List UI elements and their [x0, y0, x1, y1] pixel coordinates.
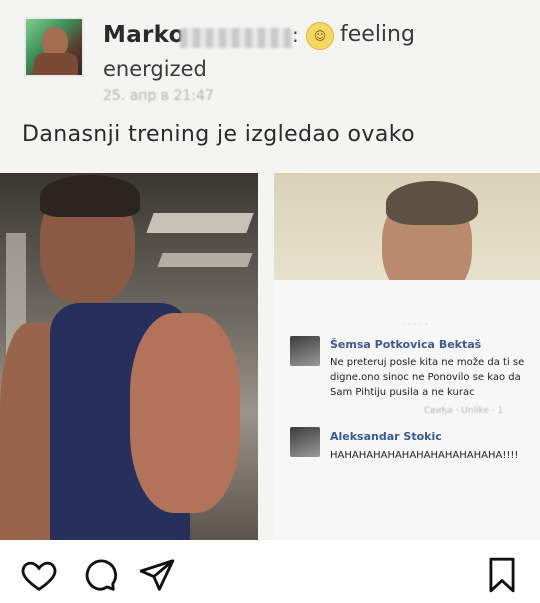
- gym-photo[interactable]: [0, 173, 258, 540]
- comment-text: HAHAHAHAHAHAHAHAHAHAHAHA!!!!: [330, 450, 519, 461]
- heart-icon[interactable]: [20, 556, 58, 594]
- comment-avatar[interactable]: [290, 427, 320, 457]
- gym-light-secondary: [157, 253, 253, 267]
- second-photo[interactable]: [274, 173, 540, 280]
- gym-light: [146, 213, 254, 233]
- share-icon[interactable]: [138, 556, 176, 594]
- author-name[interactable]: Marko: [103, 22, 185, 48]
- comment-avatar[interactable]: [290, 336, 320, 366]
- post-card: Marko : ☺ feeling energized 25. апр в 21…: [0, 0, 540, 540]
- avatar-body: [34, 53, 78, 75]
- post-timestamp: 25. апр в 21:47: [103, 88, 214, 104]
- comment-meta: Свиђа · Unlike · 1: [424, 406, 504, 416]
- photo-arm: [130, 313, 240, 513]
- dots-separator: · · · · ·: [402, 320, 428, 330]
- photo-hair-2: [386, 181, 478, 225]
- action-bar: [0, 540, 540, 603]
- separator-colon: :: [292, 23, 299, 47]
- comments-panel: · · · · · Šemsa Potkovica Bektaš Ne pret…: [274, 280, 540, 540]
- grinning-face-icon: ☺: [306, 22, 334, 50]
- comment-text: Ne preteruj posle kita ne može da ti se …: [330, 357, 525, 398]
- comment-icon[interactable]: [80, 556, 118, 594]
- feeling-value: energized: [103, 57, 207, 81]
- author-avatar[interactable]: [24, 17, 84, 77]
- feeling-label: feeling: [340, 22, 415, 47]
- blurred-surname: [180, 28, 292, 48]
- bookmark-icon[interactable]: [483, 556, 521, 594]
- comment-author[interactable]: Šemsa Potkovica Bektaš: [330, 338, 481, 351]
- photo-hair: [40, 175, 140, 217]
- post-text: Danasnji trening je izgledao ovako: [22, 122, 415, 147]
- comment-author[interactable]: Aleksandar Stokic: [330, 430, 442, 443]
